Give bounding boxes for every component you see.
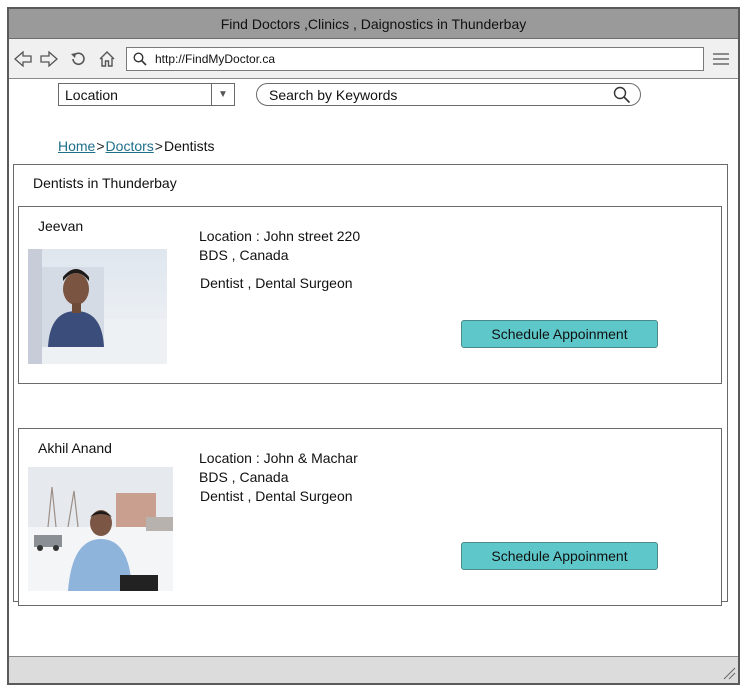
schedule-appointment-button[interactable]: Schedule Appoinment [461, 542, 658, 570]
back-arrow-icon[interactable] [13, 49, 33, 69]
breadcrumb-home-link[interactable]: Home [58, 138, 95, 154]
resize-grip-icon[interactable] [722, 666, 736, 680]
doctor-degree: BDS , Canada [199, 247, 289, 263]
reload-icon[interactable] [68, 49, 88, 69]
breadcrumb-current: Dentists [163, 138, 215, 154]
doctor-specialty: Dentist , Dental Surgeon [200, 275, 353, 291]
breadcrumb-doctors-link[interactable]: Doctors [106, 138, 154, 154]
address-bar[interactable]: http://FindMyDoctor.ca [126, 47, 704, 71]
schedule-appointment-button[interactable]: Schedule Appoinment [461, 320, 658, 348]
window-titlebar: Find Doctors ,Clinics , Daignostics in T… [9, 9, 738, 39]
doctor-name: Jeevan [38, 218, 84, 234]
breadcrumb-separator: > [154, 138, 163, 154]
url-text: http://FindMyDoctor.ca [155, 52, 276, 66]
hamburger-menu-icon[interactable] [712, 52, 730, 66]
doctor-photo [28, 249, 167, 364]
keyword-search-placeholder: Search by Keywords [269, 86, 398, 103]
panel-title: Dentists in Thunderbay [33, 175, 177, 191]
keyword-search-input[interactable]: Search by Keywords [256, 83, 641, 106]
breadcrumb-separator: > [96, 138, 105, 154]
location-dropdown-value: Location [65, 86, 118, 103]
doctor-degree: BDS , Canada [199, 469, 289, 485]
window-title: Find Doctors ,Clinics , Daignostics in T… [220, 15, 527, 32]
location-dropdown[interactable]: Location ▼ [58, 83, 235, 106]
doctor-photo [28, 467, 173, 591]
doctor-name: Akhil Anand [38, 440, 112, 456]
search-icon [133, 52, 147, 66]
doctor-location: Location : John & Machar [199, 450, 358, 466]
chevron-down-icon[interactable]: ▼ [211, 84, 234, 105]
home-icon[interactable] [97, 49, 117, 69]
doctor-specialty: Dentist , Dental Surgeon [200, 488, 353, 504]
search-icon[interactable] [610, 86, 634, 104]
breadcrumb: Home > Doctors > Dentists [58, 136, 215, 156]
status-bar [9, 656, 738, 683]
forward-arrow-icon[interactable] [39, 49, 59, 69]
doctor-location: Location : John street 220 [199, 228, 361, 244]
